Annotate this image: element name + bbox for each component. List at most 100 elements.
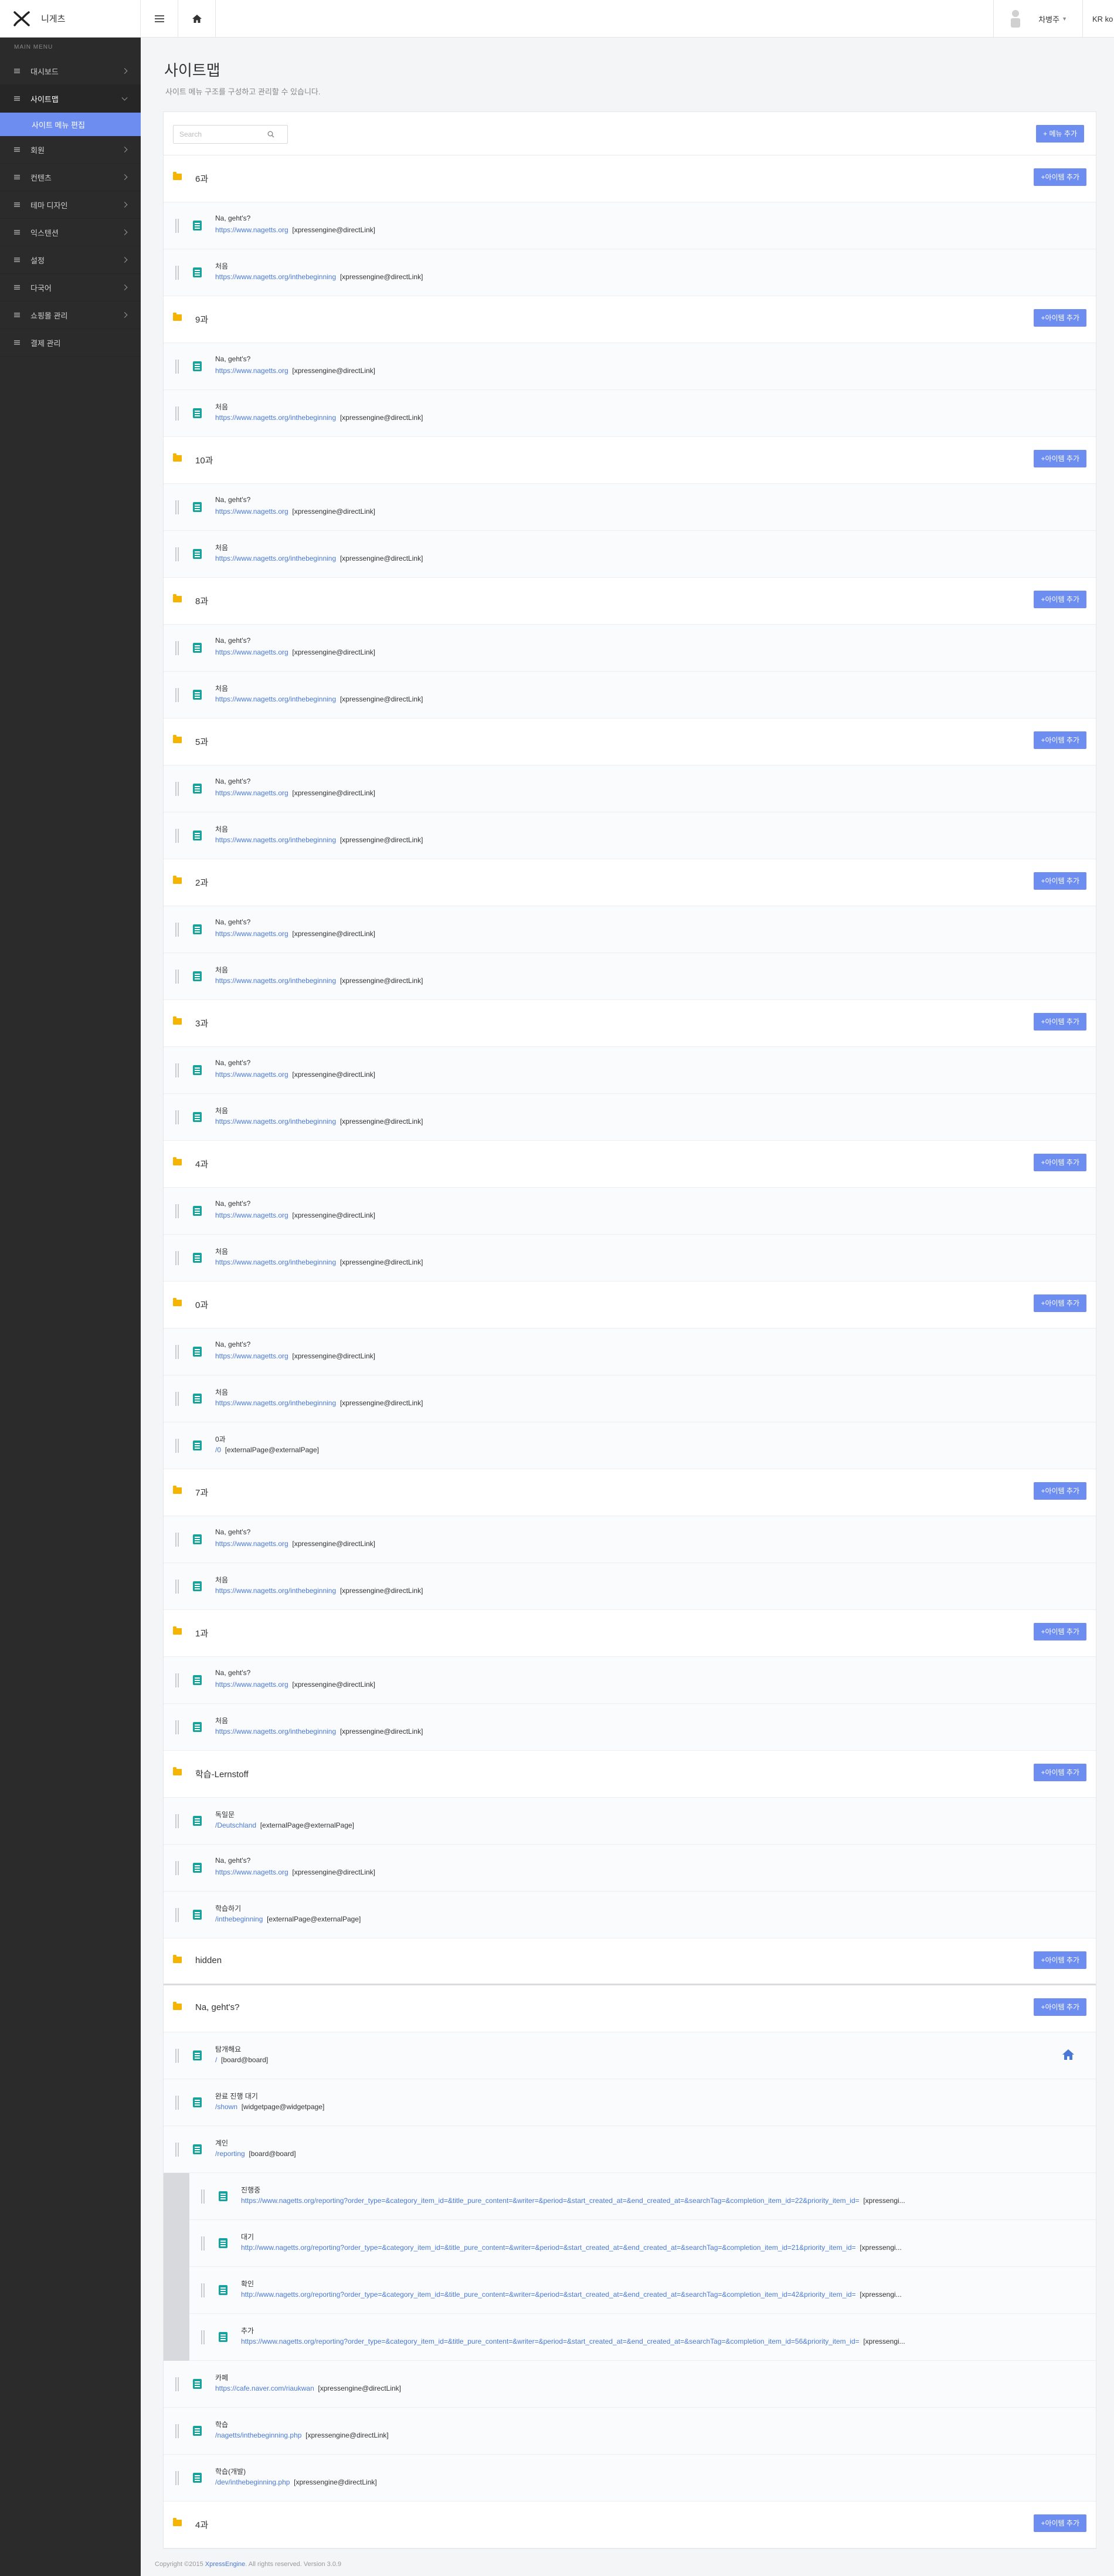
item-url-link[interactable]: /reporting [215,2150,245,2158]
menu-item-row[interactable]: 처음 https://www.nagetts.org/inthebeginning… [164,812,1096,859]
item-url-link[interactable]: https://www.nagetts.org/inthebeginning [215,273,336,281]
item-url-link[interactable]: https://www.nagetts.org [215,930,288,938]
menu-item-row[interactable]: Na, geht's? https://www.nagetts.org [xpre… [164,1516,1096,1563]
menu-item-row[interactable]: 독일문/Deutschland [externalPage@externalPa… [164,1798,1096,1845]
menu-item-row[interactable]: 완료 진행 대기/shown [widgetpage@widgetpage] [164,2079,1096,2126]
add-item-button[interactable]: +아이템 추가 [1034,872,1086,890]
item-url-link[interactable]: https://www.nagetts.org/inthebeginning [215,1587,336,1595]
item-url-link[interactable]: https://www.nagetts.org/inthebeginning [215,1117,336,1126]
drag-handle-icon[interactable] [175,1814,179,1828]
sidebar-item-members[interactable]: 회원 [0,136,141,164]
language-selector[interactable]: KR ko [1082,0,1114,38]
item-url-link[interactable]: https://www.nagetts.org [215,1868,288,1876]
sidebar-item-extensions[interactable]: 익스텐션 [0,219,141,246]
menu-row[interactable]: 0과 +아이템 추가 [164,1282,1096,1328]
menu-item-row[interactable]: 처음 https://www.nagetts.org/inthebeginning… [164,672,1096,718]
item-url-link[interactable]: https://www.nagetts.org/reporting?order_… [241,2337,860,2345]
menu-row[interactable]: 학습-Lernstoff +아이템 추가 [164,1751,1096,1798]
drag-handle-icon[interactable] [201,2283,205,2297]
menu-item-row[interactable]: 탐개해요 / [board@board] [164,2032,1096,2079]
add-item-button[interactable]: +아이템 추가 [1034,2514,1086,2532]
menu-toggle-button[interactable] [141,0,178,38]
drag-handle-icon[interactable] [175,2424,179,2438]
drag-handle-icon[interactable] [175,1720,179,1734]
brand[interactable]: 니게츠 [0,0,141,38]
menu-item-row[interactable]: 처음 https://www.nagetts.org/inthebeginning… [164,1235,1096,1282]
drag-handle-icon[interactable] [175,970,179,984]
drag-handle-icon[interactable] [175,1110,179,1124]
menu-row[interactable]: 4과 +아이템 추가 [164,1141,1096,1188]
menu-item-row[interactable]: 처음 https://www.nagetts.org/inthebeginning… [164,953,1096,1000]
sidebar-item-sitemap[interactable]: 사이트맵 [0,85,141,113]
add-item-button[interactable]: +아이템 추가 [1034,1013,1086,1031]
item-url-link[interactable]: https://www.nagetts.org [215,1540,288,1548]
menu-item-row[interactable]: 진행중 https://www.nagetts.org/reporting?ord… [164,2173,1096,2220]
drag-handle-icon[interactable] [201,2330,205,2344]
menu-item-row[interactable]: 학습(개발) /dev/inthebeginning.php [xpresseng… [164,2455,1096,2502]
item-url-link[interactable]: https://www.nagetts.org/inthebeginning [215,413,336,422]
menu-item-row[interactable]: Na, geht's? https://www.nagetts.org [xpre… [164,343,1096,390]
add-item-button[interactable]: +아이템 추가 [1034,1482,1086,1500]
menu-item-row[interactable]: 처음 https://www.nagetts.org/inthebeginning… [164,1375,1096,1422]
drag-handle-icon[interactable] [175,2143,179,2157]
drag-handle-icon[interactable] [175,641,179,655]
menu-row[interactable]: 1과 +아이템 추가 [164,1610,1096,1657]
home-button[interactable] [178,0,216,38]
menu-item-row[interactable]: 처음 https://www.nagetts.org/inthebeginning… [164,1094,1096,1141]
drag-handle-icon[interactable] [175,500,179,514]
menu-row[interactable]: 3과 +아이템 추가 [164,1000,1096,1047]
search-icon[interactable] [267,131,274,138]
menu-item-row[interactable]: Na, geht's? https://www.nagetts.org [xpre… [164,765,1096,812]
menu-item-row[interactable]: Na, geht's? https://www.nagetts.org [xpre… [164,1047,1096,1094]
sidebar-item-languages[interactable]: 다국어 [0,274,141,301]
menu-item-row[interactable]: 처음 https://www.nagetts.org/inthebeginning… [164,1563,1096,1610]
menu-item-row[interactable]: 처음 https://www.nagetts.org/inthebeginning… [164,531,1096,578]
drag-handle-icon[interactable] [175,1908,179,1922]
add-item-button[interactable]: +아이템 추가 [1034,1764,1086,1781]
item-url-link[interactable]: /inthebeginning [215,1915,263,1923]
menu-row[interactable]: Na, geht's? +아이템 추가 [164,1985,1096,2032]
drag-handle-icon[interactable] [175,1063,179,1077]
sidebar-item-payment[interactable]: 결제 관리 [0,329,141,357]
menu-row[interactable]: 6과 +아이템 추가 [164,155,1096,202]
add-item-button[interactable]: +아이템 추가 [1034,309,1086,327]
add-item-button[interactable]: +아이템 추가 [1034,1998,1086,2016]
drag-handle-icon[interactable] [175,829,179,843]
home-icon[interactable] [1062,2049,1075,2060]
item-url-link[interactable]: http://www.nagetts.org/reporting?order_t… [241,2290,856,2299]
drag-handle-icon[interactable] [175,2377,179,2391]
item-url-link[interactable]: https://www.nagetts.org [215,507,288,516]
menu-row[interactable]: 9과 +아이템 추가 [164,296,1096,343]
add-item-button[interactable]: +아이템 추가 [1034,1154,1086,1171]
add-item-button[interactable]: +아이템 추가 [1034,450,1086,467]
search-input[interactable] [174,130,267,138]
add-item-button[interactable]: +아이템 추가 [1034,731,1086,749]
menu-item-row[interactable]: 학습/nagetts/inthebeginning.php [xpresseng… [164,2408,1096,2455]
drag-handle-icon[interactable] [175,1439,179,1453]
menu-item-row[interactable]: Na, geht's? https://www.nagetts.org [xpre… [164,202,1096,249]
drag-handle-icon[interactable] [175,923,179,937]
item-url-link[interactable]: http://www.nagetts.org/reporting?order_t… [241,2243,856,2252]
drag-handle-icon[interactable] [201,2236,205,2250]
drag-handle-icon[interactable] [175,2471,179,2485]
menu-row[interactable]: 2과 +아이템 추가 [164,859,1096,906]
drag-handle-icon[interactable] [175,547,179,561]
menu-item-row[interactable]: Na, geht's? https://www.nagetts.org [xpre… [164,625,1096,672]
sidebar-item-contents[interactable]: 컨텐츠 [0,164,141,191]
user-menu[interactable]: 차병주 ▼ [993,0,1082,38]
item-url-link[interactable]: /shown [215,2103,237,2111]
footer-brand-link[interactable]: XpressEngine [205,2561,246,2568]
drag-handle-icon[interactable] [175,1533,179,1547]
drag-handle-icon[interactable] [175,1204,179,1218]
item-url-link[interactable]: https://www.nagetts.org/inthebeginning [215,1727,336,1736]
menu-item-row[interactable]: Na, geht's? https://www.nagetts.org [xpre… [164,1188,1096,1235]
menu-row[interactable]: hidden +아이템 추가 [164,1938,1096,1985]
item-url-link[interactable]: https://www.nagetts.org/inthebeginning [215,695,336,703]
sidebar-item-theme[interactable]: 테마 디자인 [0,191,141,219]
item-url-link[interactable]: https://www.nagetts.org [215,367,288,375]
menu-item-row[interactable]: 확인 http://www.nagetts.org/reporting?order… [164,2267,1096,2314]
menu-item-row[interactable]: Na, geht's? https://www.nagetts.org [xpre… [164,906,1096,953]
menu-item-row[interactable]: 대기 http://www.nagetts.org/reporting?order… [164,2220,1096,2267]
menu-item-row[interactable]: 처음 https://www.nagetts.org/inthebeginning… [164,249,1096,296]
item-url-link[interactable]: https://www.nagetts.org/reporting?order_… [241,2197,860,2205]
